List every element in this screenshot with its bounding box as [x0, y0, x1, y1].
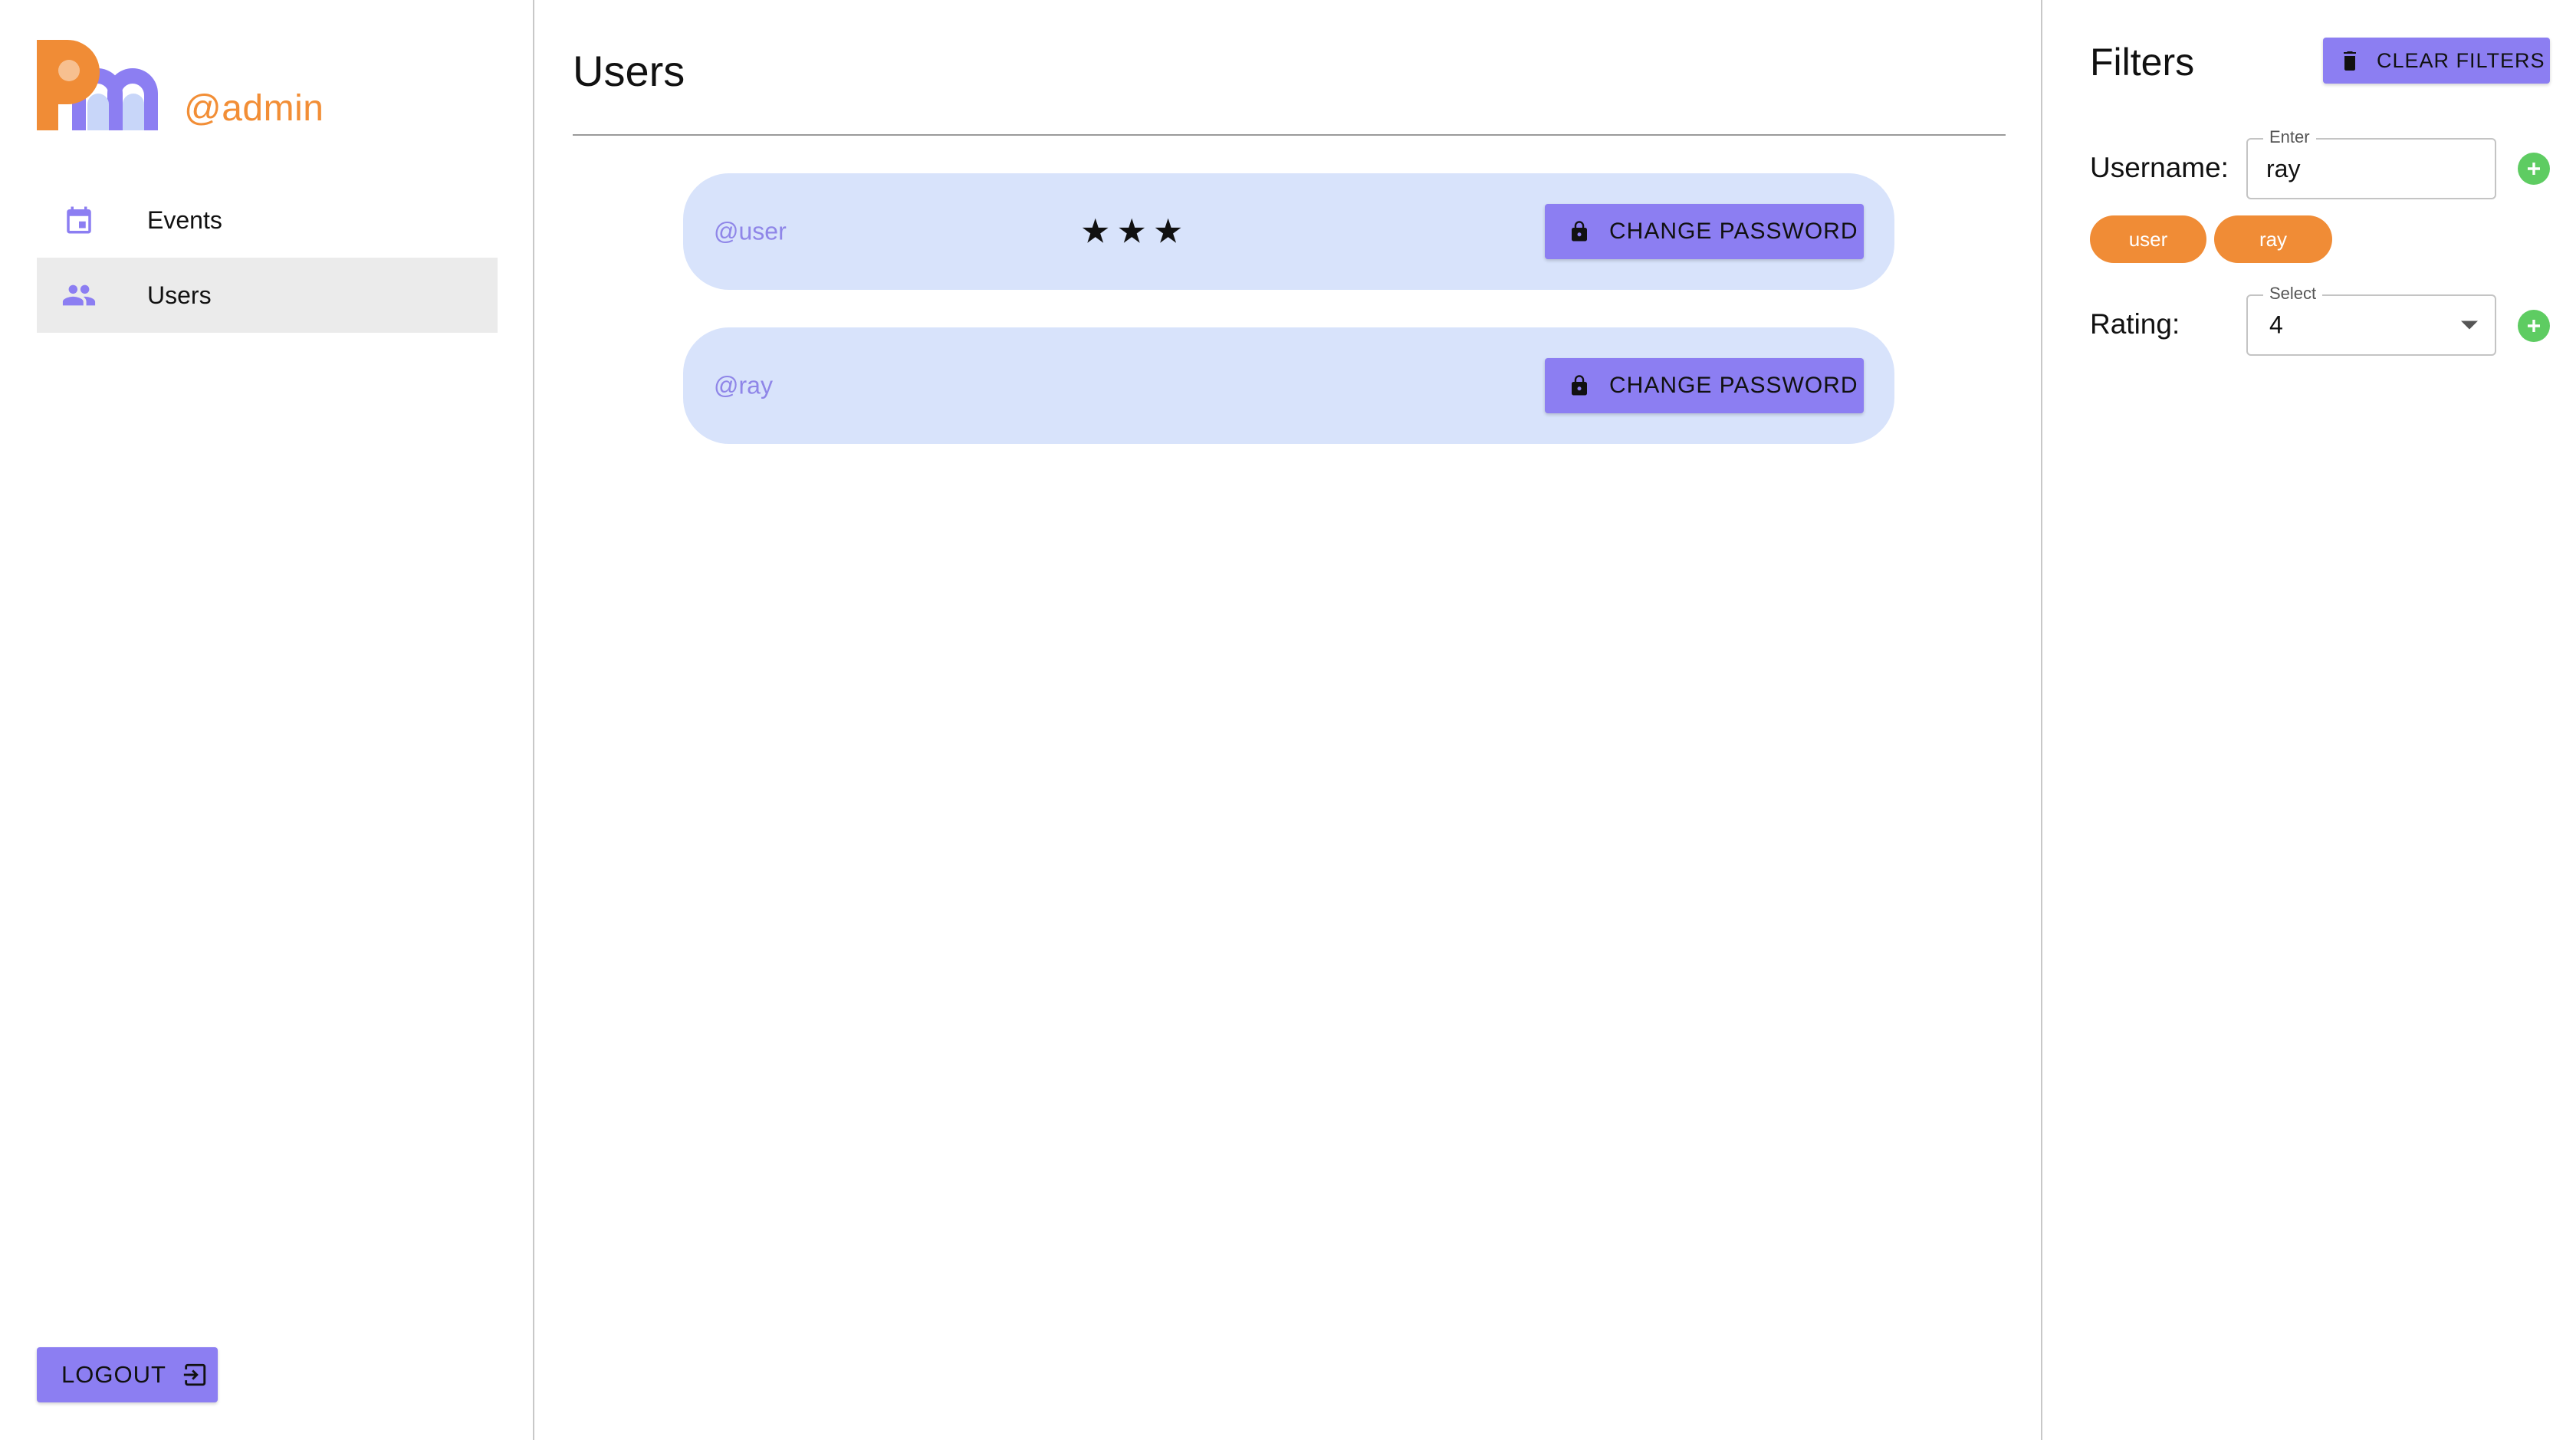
sidebar: @admin Events Users LOGOUT [0, 0, 534, 1440]
logout-icon [182, 1362, 208, 1388]
lock-icon [1566, 216, 1592, 247]
username-filter-label: Username: [2090, 152, 2229, 183]
user-card-username: @user [714, 217, 787, 245]
app-logo [37, 37, 169, 130]
trash-icon [2340, 49, 2360, 72]
rating-select-legend: Select [2263, 284, 2323, 304]
rating-select-value: 4 [2269, 311, 2283, 339]
current-username: @admin [184, 88, 324, 129]
user-card: @user ★★★ CHANGE PASSWORD [683, 173, 1894, 290]
sidebar-item-events[interactable]: Events [37, 182, 498, 258]
username-input[interactable] [2266, 140, 2481, 198]
username-chip[interactable]: user [2090, 215, 2206, 263]
rating-filter-label: Rating: [2090, 308, 2180, 340]
filters-title: Filters [2090, 41, 2195, 84]
user-card: @ray CHANGE PASSWORD [683, 327, 1894, 444]
title-divider [573, 134, 2006, 136]
sidebar-item-label: Events [147, 205, 222, 234]
add-rating-filter-button[interactable] [2518, 310, 2550, 342]
chevron-down-icon [2461, 321, 2478, 330]
sidebar-nav: Events Users [37, 182, 498, 333]
users-main: Users @user ★★★ CHANGE PASSWORD @ray CHA… [534, 0, 2042, 1440]
clear-filters-label: CLEAR FILTERS [2377, 48, 2545, 72]
change-password-label: CHANGE PASSWORD [1609, 373, 1858, 398]
sidebar-item-users[interactable]: Users [37, 258, 498, 333]
clear-filters-button[interactable]: CLEAR FILTERS [2323, 38, 2550, 84]
lock-icon [1566, 370, 1592, 401]
plus-icon [2525, 159, 2543, 178]
user-card-username: @ray [714, 371, 773, 399]
app-root: @admin Events Users LOGOUT Users @user ★… [0, 0, 2576, 1440]
add-username-filter-button[interactable] [2518, 153, 2550, 185]
page-title: Users [573, 47, 685, 95]
rating-select[interactable]: Select 4 [2246, 284, 2496, 356]
username-chip[interactable]: ray [2214, 215, 2332, 263]
user-rating-stars: ★★★ [1080, 212, 1190, 252]
people-icon [61, 278, 97, 313]
change-password-button[interactable]: CHANGE PASSWORD [1545, 358, 1864, 413]
calendar-icon [61, 202, 97, 238]
change-password-button[interactable]: CHANGE PASSWORD [1545, 204, 1864, 259]
filters-panel: Filters CLEAR FILTERS Username: Enter us… [2042, 0, 2576, 1440]
sidebar-item-label: Users [147, 281, 212, 309]
plus-icon [2525, 317, 2543, 335]
logout-button[interactable]: LOGOUT [37, 1347, 218, 1402]
logout-label: LOGOUT [61, 1361, 166, 1388]
username-field: Enter [2246, 127, 2496, 199]
change-password-label: CHANGE PASSWORD [1609, 219, 1858, 244]
